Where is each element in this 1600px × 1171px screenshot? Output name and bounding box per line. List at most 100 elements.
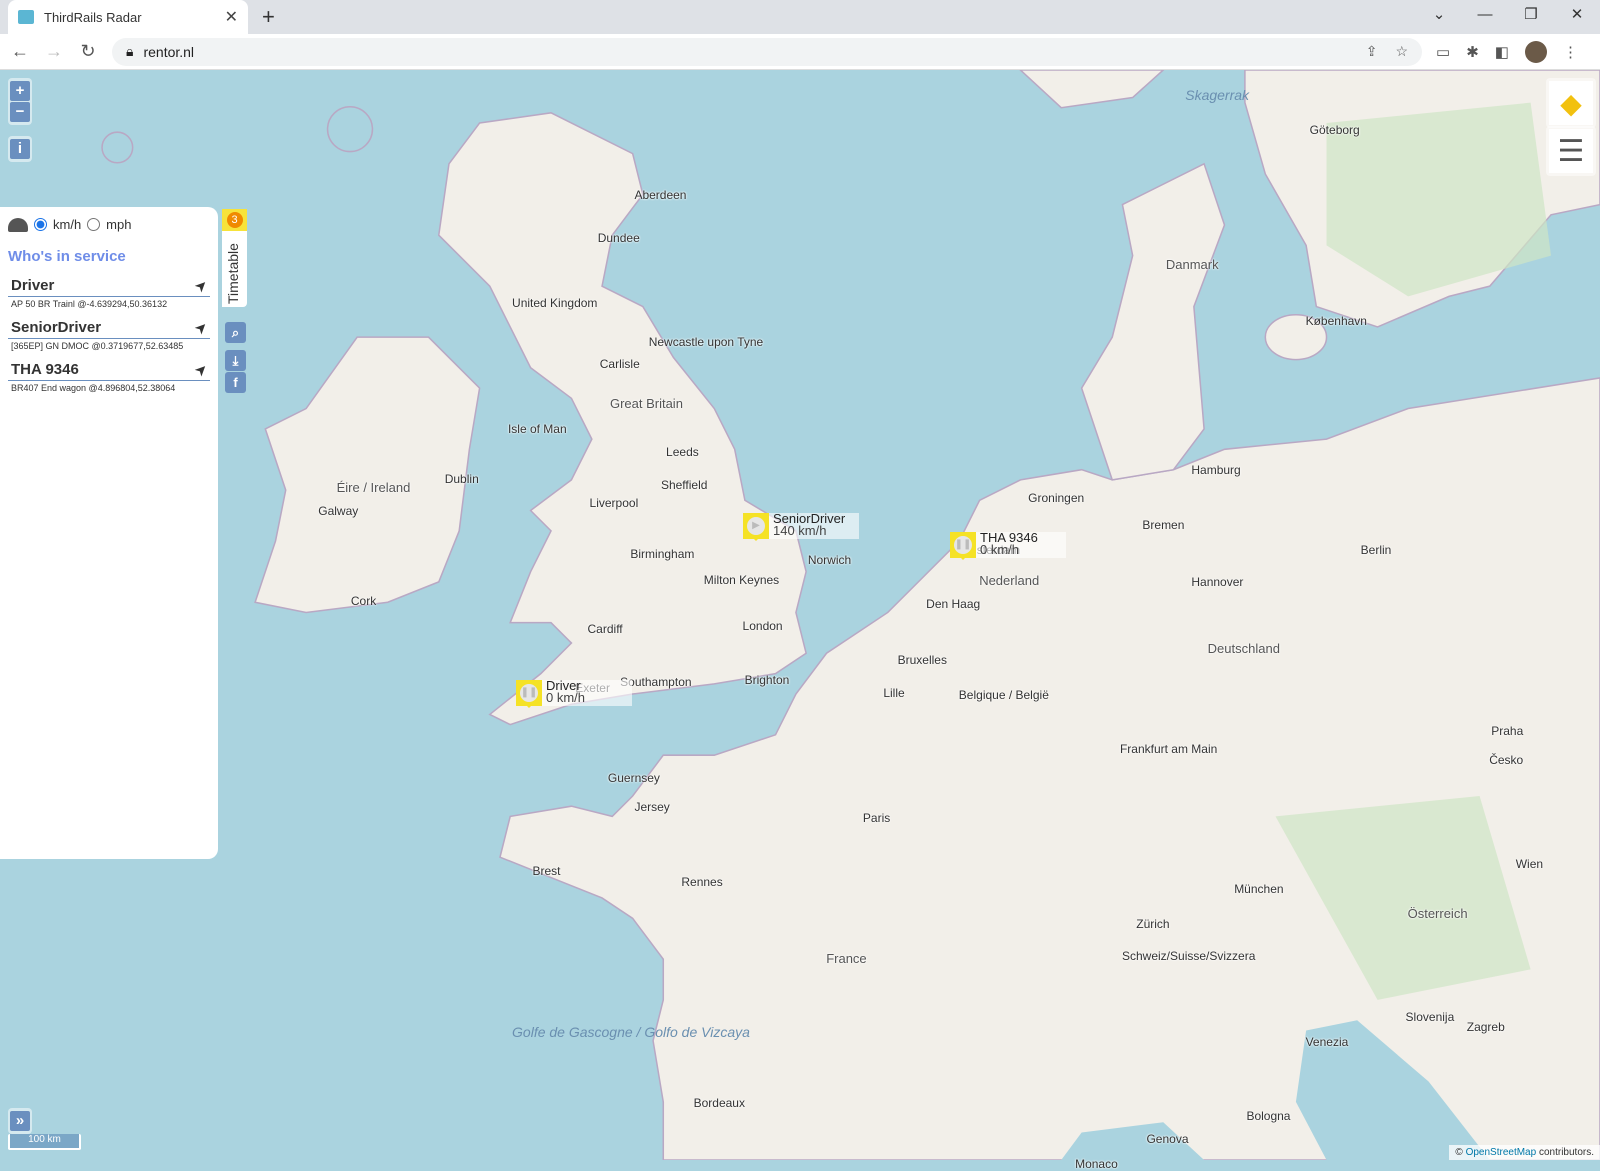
close-window-button[interactable]: ✕ — [1554, 0, 1600, 30]
forward-button[interactable]: → — [44, 41, 64, 62]
info-control: i — [8, 136, 32, 162]
kmh-radio[interactable] — [34, 218, 47, 231]
share-icon[interactable]: ⇪ — [1366, 43, 1378, 60]
search-button[interactable]: ⌕ — [225, 322, 246, 343]
panel-title: Who's in service — [8, 248, 126, 265]
restore-button[interactable]: ❐ — [1508, 0, 1554, 30]
layers-control[interactable]: ◆ — [1546, 78, 1596, 128]
map-label: Genova — [1146, 1132, 1189, 1147]
map-label: Den Haag — [926, 596, 981, 611]
map-label: Bordeaux — [693, 1095, 745, 1110]
extensions-icon[interactable]: ✱ — [1466, 43, 1479, 61]
back-button[interactable]: ← — [10, 41, 30, 62]
map-label: Danmark — [1165, 257, 1219, 273]
map-label: Wien — [1515, 856, 1544, 871]
map-label: Birmingham — [630, 546, 695, 561]
map-label: Guernsey — [607, 771, 660, 786]
download-button[interactable]: ⤓ — [225, 350, 246, 371]
reload-button[interactable]: ↻ — [78, 41, 98, 62]
menu-kebab-icon[interactable]: ⋮ — [1563, 43, 1578, 61]
map-label: Praha — [1491, 724, 1524, 739]
pause-icon: ❚❚ — [954, 536, 972, 554]
marker-speed: 0 km/h — [980, 542, 1020, 557]
expand-control: » — [8, 1108, 32, 1134]
driver-name: SeniorDriver — [11, 319, 102, 336]
map-label: Česko — [1489, 752, 1524, 767]
map-label: Monaco — [1075, 1156, 1118, 1171]
scale-bar: 100 km — [8, 1134, 81, 1150]
browser-chrome: ThirdRails Radar ✕ + ⌄ — ❐ ✕ ← → ↻ 🔒︎ rentor.… — [0, 0, 1600, 70]
cast-icon[interactable]: ▭ — [1436, 43, 1450, 61]
map-label: Bruxelles — [897, 652, 947, 667]
map-label: Lille — [883, 685, 905, 700]
driver-row[interactable]: THA 9346 ➤ — [8, 359, 210, 381]
menu-control[interactable]: ☰ — [1546, 126, 1596, 176]
attribution: © OpenStreetMap contributors. — [1449, 1145, 1600, 1160]
bookmark-star-icon[interactable]: ☆ — [1395, 43, 1408, 60]
tab-search-icon[interactable]: ⌄ — [1416, 0, 1462, 30]
map-label: Galway — [318, 504, 359, 519]
map-label: Paris — [862, 811, 891, 826]
timetable-tab[interactable]: 3 Timetable — [222, 209, 247, 307]
map-label: Schweiz/Suisse/Svizzera — [1122, 948, 1256, 963]
map-label: United Kingdom — [512, 295, 598, 310]
mph-radio[interactable] — [87, 218, 101, 231]
map-label: Göteborg — [1309, 122, 1360, 137]
map-label: Liverpool — [589, 495, 639, 510]
avatar[interactable] — [1524, 40, 1547, 63]
badge-count: 3 — [226, 212, 243, 228]
zoom-out-button[interactable]: − — [10, 102, 30, 122]
map-label: Slovenija — [1405, 1009, 1455, 1024]
hamburger-icon: ☰ — [1549, 129, 1593, 173]
driver-info: AP 50 BR Trainl @-4.639294,50.36132 — [11, 299, 168, 309]
map-label: Norwich — [807, 553, 852, 567]
map-label: Jersey — [634, 799, 670, 814]
driver-name: THA 9346 — [11, 361, 79, 378]
map-label: Éire / Ireland — [336, 479, 411, 495]
expand-button[interactable]: » — [10, 1111, 30, 1131]
locate-arrow-icon[interactable]: ➤ — [192, 360, 211, 379]
map-label: London — [742, 619, 783, 634]
marker-speed: 0 km/h — [546, 690, 586, 705]
side-panel-icon[interactable]: ◧ — [1495, 43, 1509, 61]
info-button[interactable]: i — [10, 139, 30, 159]
map-label: Cork — [350, 593, 377, 608]
map-label: France — [826, 950, 867, 966]
zoom-in-button[interactable]: + — [10, 81, 30, 101]
marker-tha-9346[interactable]: ❚❚ THA 9346 0 km/h — [950, 531, 1066, 560]
service-panel: km/h mph Who's in service Driver ➤ AP 50 B… — [0, 207, 218, 859]
locate-arrow-icon[interactable]: ➤ — [192, 276, 211, 295]
address-bar[interactable]: 🔒︎ rentor.nl ⇪ ☆ — [112, 37, 1422, 66]
driver-info: BR407 End wagon @4.896804,52.38064 — [11, 383, 176, 393]
map-label: Leeds — [666, 444, 699, 459]
osm-link[interactable]: OpenStreetMap — [1466, 1147, 1537, 1158]
marker-senior-driver[interactable]: ▶ SeniorDriver 140 km/h — [743, 512, 859, 541]
new-tab-button[interactable]: + — [262, 4, 275, 30]
map-label: München — [1234, 882, 1284, 897]
map-label: Isle of Man — [507, 422, 567, 437]
driver-row[interactable]: SeniorDriver ➤ — [8, 317, 210, 339]
browser-tab[interactable]: ThirdRails Radar ✕ — [8, 0, 248, 34]
map-label: Cardiff — [587, 622, 623, 637]
minimize-button[interactable]: — — [1462, 0, 1508, 30]
map-label: Hamburg — [1191, 463, 1241, 478]
driver-info: [365EP] GN DMOC @0.3719677,52.63485 — [11, 341, 184, 351]
driver-row[interactable]: Driver ➤ — [8, 275, 210, 297]
map-label: København — [1305, 314, 1367, 329]
map-label: Hannover — [1191, 575, 1244, 590]
close-tab-icon[interactable]: ✕ — [225, 7, 238, 27]
driver-name: Driver — [11, 277, 55, 294]
map-label: Carlisle — [599, 357, 640, 372]
map-label: Frankfurt am Main — [1119, 741, 1218, 756]
marker-driver[interactable]: ❚❚ Driver 0 km/h — [516, 679, 632, 708]
facebook-button[interactable]: f — [225, 372, 246, 393]
map-label: Great Britain — [609, 395, 683, 411]
map-label: Deutschland — [1207, 640, 1280, 656]
map-label: Golfe de Gascogne / Golfo de Vizcaya — [512, 1024, 750, 1041]
layers-icon: ◆ — [1549, 81, 1593, 125]
map-label: Dublin — [444, 472, 479, 487]
map-label: Newcastle upon Tyne — [648, 334, 764, 349]
locate-arrow-icon[interactable]: ➤ — [192, 318, 211, 337]
unit-selector: km/h mph — [8, 217, 210, 232]
map-label: Skagerrak — [1185, 86, 1250, 103]
